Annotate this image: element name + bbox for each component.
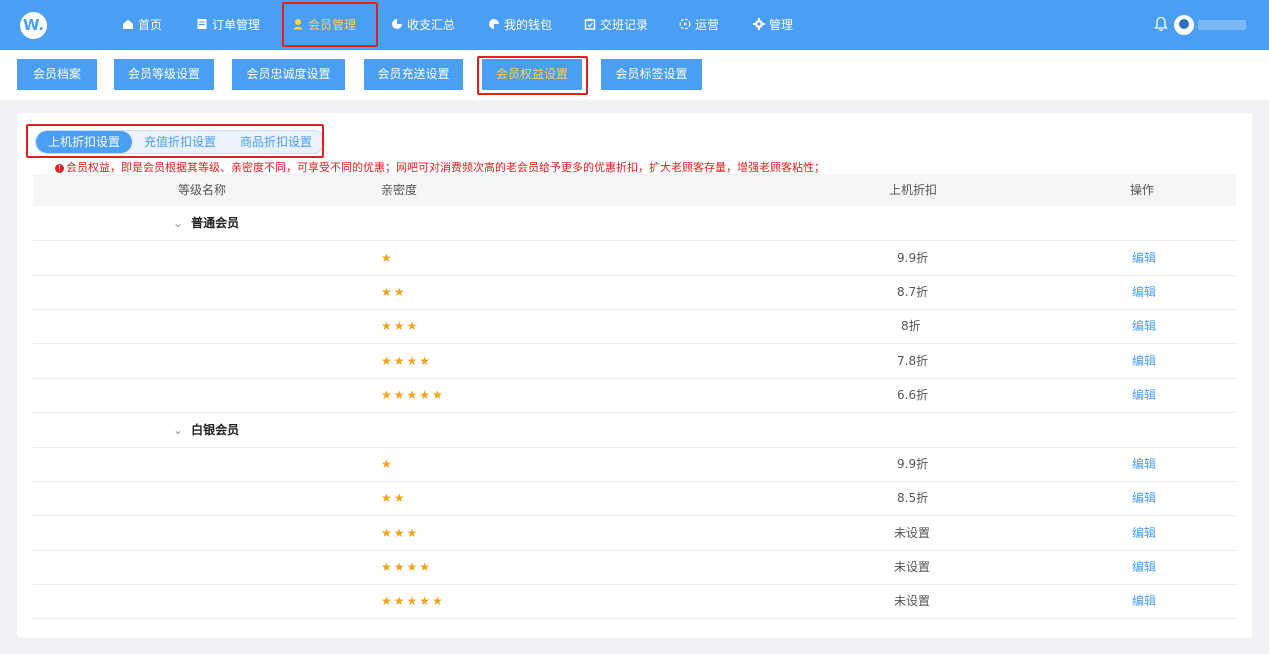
shift-icon — [584, 18, 596, 30]
gear-icon — [753, 18, 765, 30]
edit-link[interactable]: 编辑 — [1132, 378, 1156, 412]
discount-value: 8.5折 — [897, 491, 929, 505]
group-name: ⌄ 白银会员 — [173, 413, 239, 447]
bell-icon[interactable] — [1154, 16, 1168, 32]
subnav-member-profile[interactable]: 会员档案 — [17, 59, 97, 90]
order-icon — [197, 19, 207, 29]
nav-item-finance[interactable]: 收支汇总 — [391, 0, 455, 50]
table-row: ★★★★ 7.8折 编辑 — [33, 344, 1236, 379]
edit-link[interactable]: 编辑 — [1132, 550, 1156, 584]
table-group-row[interactable]: ⌄ 普通会员 — [33, 206, 1236, 241]
highlight-box-subnav — [477, 56, 588, 95]
star-rating: ★★★★★ — [381, 388, 445, 402]
warning-icon: ! — [55, 164, 64, 173]
discount-value: 未设置 — [894, 594, 931, 608]
star-rating: ★★ — [381, 285, 407, 299]
subnav-member-level[interactable]: 会员等级设置 — [114, 59, 214, 90]
discount-value: 8折 — [901, 319, 921, 333]
table-row: ★★★ 未设置 编辑 — [33, 516, 1236, 551]
nav-item-orders[interactable]: 订单管理 — [196, 0, 260, 50]
subnav-member-tags[interactable]: 会员标签设置 — [601, 59, 702, 90]
subnav-member-recharge[interactable]: 会员充送设置 — [364, 59, 463, 90]
avatar[interactable] — [1174, 15, 1194, 35]
star-rating: ★★★★★ — [381, 594, 445, 608]
edit-link[interactable]: 编辑 — [1132, 275, 1156, 309]
discount-value: 6.6折 — [897, 388, 929, 402]
group-label: 白银会员 — [191, 423, 240, 437]
highlight-box-tabs — [26, 124, 324, 158]
group-name: ⌄ 普通会员 — [173, 206, 239, 240]
edit-link[interactable]: 编辑 — [1132, 447, 1156, 481]
subnav-member-loyalty[interactable]: 会员忠诚度设置 — [232, 59, 345, 90]
nav-item-manage[interactable]: 管理 — [753, 0, 793, 50]
table-row: ★★★★ 未设置 编辑 — [33, 550, 1236, 585]
nav-item-label: 收支汇总 — [407, 18, 456, 32]
edit-link[interactable]: 编辑 — [1132, 584, 1156, 618]
star-rating: ★★★★ — [381, 354, 433, 368]
table-group-row[interactable]: ⌄ 白银会员 — [33, 413, 1236, 448]
nav-item-label: 订单管理 — [212, 18, 261, 32]
table-row: ★ 9.9折 编辑 — [33, 447, 1236, 482]
nav-item-shift[interactable]: 交班记录 — [584, 0, 648, 50]
nav-item-label: 首页 — [138, 18, 163, 32]
edit-link[interactable]: 编辑 — [1132, 481, 1156, 515]
group-label: 普通会员 — [191, 216, 240, 230]
nav-item-wallet[interactable]: 我的钱包 — [488, 0, 552, 50]
app-logo[interactable]: W. — [20, 12, 47, 39]
star-rating: ★★★ — [381, 319, 420, 333]
highlight-box-nav — [282, 2, 378, 47]
star-rating: ★ — [381, 457, 394, 471]
star-rating: ★★★★ — [381, 560, 433, 574]
discount-value: 9.9折 — [897, 251, 929, 265]
table-row: ★ 9.9折 编辑 — [33, 241, 1236, 276]
star-rating: ★ — [381, 251, 394, 265]
chevron-down-icon[interactable]: ⌄ — [173, 413, 183, 447]
table-row: ★★★★★ 未设置 编辑 — [33, 584, 1236, 619]
nav-item-label: 交班记录 — [600, 18, 649, 32]
edit-link[interactable]: 编辑 — [1132, 241, 1156, 275]
nav-item-label: 我的钱包 — [504, 18, 553, 32]
discount-value: 未设置 — [894, 560, 931, 574]
table-row: ★★★ 8折 编辑 — [33, 309, 1236, 344]
edit-link[interactable]: 编辑 — [1132, 309, 1156, 343]
table-row: ★★★★★ 6.6折 编辑 — [33, 378, 1236, 413]
column-header-intimacy: 亲密度 — [381, 183, 418, 197]
top-nav-bar: W. 首页 订单管理 会员管理 收支汇总 我的钱包 交班记录 运营 管理 — [0, 0, 1269, 50]
wallet-icon — [489, 19, 499, 29]
sub-nav-bar: 会员档案 会员等级设置 会员忠诚度设置 会员充送设置 会员权益设置 会员标签设置 — [0, 50, 1269, 100]
star-rating: ★★ — [381, 491, 407, 505]
operation-icon — [679, 18, 691, 30]
notice-message: 会员权益，即是会员根据其等级、亲密度不同，可享受不同的优惠；网吧可对消费频次高的… — [66, 161, 825, 174]
pie-chart-icon — [392, 19, 402, 29]
nav-item-label: 运营 — [695, 18, 720, 32]
username-redacted[interactable] — [1198, 20, 1246, 30]
column-header-discount: 上机折扣 — [889, 183, 938, 197]
table-row: ★★ 8.5折 编辑 — [33, 481, 1236, 516]
discount-value: 8.7折 — [897, 285, 929, 299]
table-row: ★★ 8.7折 编辑 — [33, 275, 1236, 310]
edit-link[interactable]: 编辑 — [1132, 516, 1156, 550]
column-header-action: 操作 — [1130, 183, 1155, 197]
edit-link[interactable]: 编辑 — [1132, 344, 1156, 378]
discount-value: 9.9折 — [897, 457, 929, 471]
nav-item-label: 管理 — [769, 18, 794, 32]
home-icon — [123, 19, 133, 29]
discount-value: 7.8折 — [897, 354, 929, 368]
column-header-level: 等级名称 — [178, 183, 227, 197]
nav-item-operation[interactable]: 运营 — [679, 0, 719, 50]
table-header: 等级名称 亲密度 上机折扣 操作 — [33, 174, 1236, 206]
nav-item-home[interactable]: 首页 — [122, 0, 162, 50]
star-rating: ★★★ — [381, 526, 420, 540]
notice-text: ! 会员权益，即是会员根据其等级、亲密度不同，可享受不同的优惠；网吧可对消费频次高… — [55, 159, 825, 175]
chevron-down-icon[interactable]: ⌄ — [173, 206, 183, 240]
discount-value: 未设置 — [894, 526, 931, 540]
